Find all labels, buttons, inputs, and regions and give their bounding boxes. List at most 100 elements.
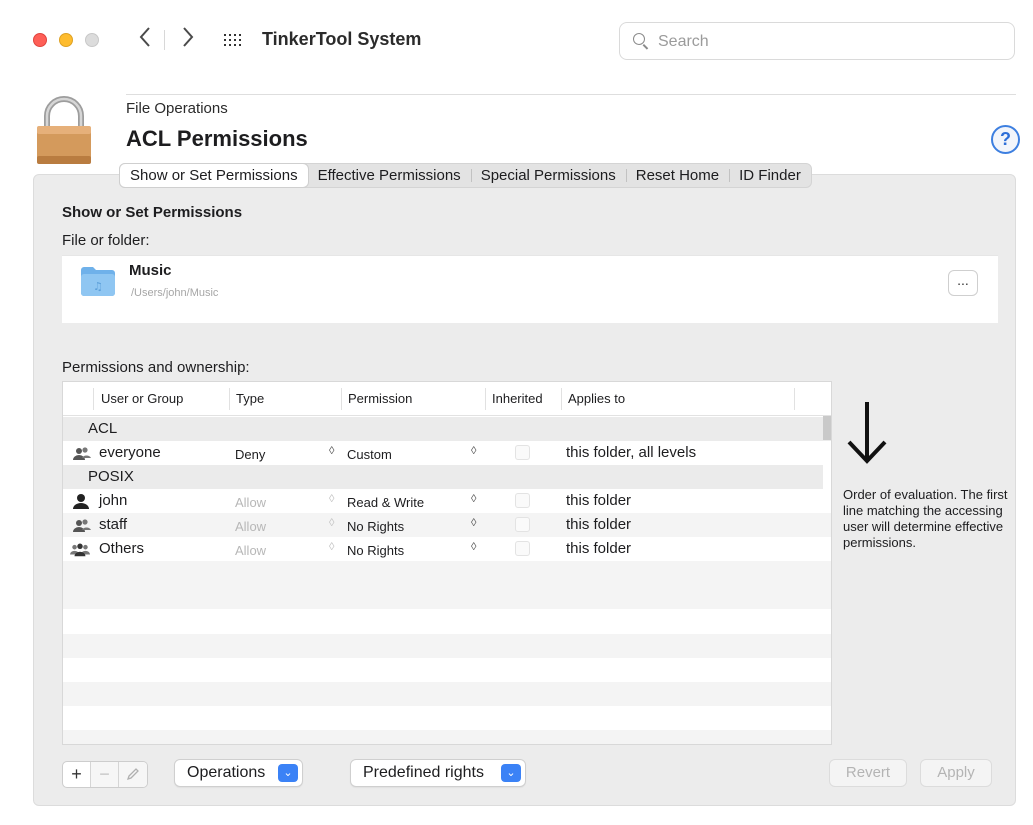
table-row[interactable]: staff Allow ◊ No Rights ◊ this folder xyxy=(63,513,831,537)
applies-value[interactable]: this folder xyxy=(566,516,631,534)
empty-row xyxy=(63,730,831,744)
chevron-right-icon xyxy=(183,27,194,47)
updown-icon: ◊ xyxy=(329,541,335,553)
column-divider xyxy=(485,388,486,410)
forward-button[interactable] xyxy=(176,26,200,54)
empty-row xyxy=(63,561,831,585)
group-row-acl: ACL xyxy=(63,417,831,441)
window-title: TinkerTool System xyxy=(262,29,422,49)
updown-icon: ◊ xyxy=(471,445,477,457)
applies-value[interactable]: this folder xyxy=(566,540,631,558)
operations-popup[interactable]: Operations ⌄ xyxy=(174,759,303,787)
permission-value[interactable]: No Rights xyxy=(347,518,404,536)
column-divider xyxy=(341,388,342,410)
remove-button[interactable]: − xyxy=(91,762,119,787)
empty-row xyxy=(63,585,831,609)
edit-button[interactable] xyxy=(119,762,147,787)
help-button[interactable]: ? xyxy=(991,125,1020,154)
updown-icon: ◊ xyxy=(329,445,335,457)
browse-button[interactable]: ... xyxy=(948,270,978,296)
search-input[interactable] xyxy=(658,31,998,53)
permission-value[interactable]: No Rights xyxy=(347,542,404,560)
header-divider xyxy=(126,94,1016,95)
evaluation-note: Order of evaluation. The first line matc… xyxy=(843,487,1008,550)
type-value: Deny xyxy=(235,447,266,462)
inherited-checkbox[interactable] xyxy=(515,541,530,556)
tab-effective-permissions[interactable]: Effective Permissions xyxy=(308,164,471,187)
inherited-checkbox[interactable] xyxy=(515,493,530,508)
scrollbar[interactable] xyxy=(823,416,831,440)
inherited-checkbox[interactable] xyxy=(515,445,530,460)
permission-value[interactable]: Custom xyxy=(347,446,392,464)
empty-row xyxy=(63,682,831,706)
file-selector[interactable]: ♫ Music /Users/john/Music ... xyxy=(62,255,998,323)
chevron-down-icon: ⌄ xyxy=(501,764,521,782)
page-title: ACL Permissions xyxy=(126,126,308,151)
minimize-window-button[interactable] xyxy=(59,33,73,47)
chevron-down-icon: ⌄ xyxy=(278,764,298,782)
column-header-user[interactable]: User or Group xyxy=(101,391,183,406)
file-path: /Users/john/Music xyxy=(131,287,219,299)
grid-view-icon[interactable] xyxy=(224,34,241,46)
add-button[interactable]: + xyxy=(63,762,91,787)
updown-icon: ◊ xyxy=(471,517,477,529)
updown-icon: ◊ xyxy=(329,493,335,505)
row-edit-controls: + − xyxy=(62,761,148,788)
search-field[interactable] xyxy=(619,22,1015,60)
user-name: everyone xyxy=(99,444,161,461)
empty-row xyxy=(63,634,831,658)
table-row[interactable]: john Allow ◊ Read & Write ◊ this folder xyxy=(63,489,831,513)
zoom-window-button[interactable] xyxy=(85,33,99,47)
nav-divider xyxy=(164,30,165,50)
column-header-applies[interactable]: Applies to xyxy=(568,391,625,406)
title-bar: TinkerTool System xyxy=(0,0,1033,80)
search-icon xyxy=(633,33,645,45)
file-name: Music xyxy=(129,262,172,279)
table-row[interactable]: Others Allow ◊ No Rights ◊ this folder xyxy=(63,537,831,561)
chevron-left-icon xyxy=(139,27,150,47)
permissions-table[interactable]: User or Group Type Permission Inherited … xyxy=(62,381,832,745)
updown-icon: ◊ xyxy=(471,493,477,505)
user-icon xyxy=(73,494,89,509)
lock-icon[interactable] xyxy=(35,94,93,166)
column-header-inherited[interactable]: Inherited xyxy=(492,391,543,406)
table-row[interactable]: everyone Deny ◊ Custom ◊ this folder, al… xyxy=(63,441,831,465)
operations-label: Operations xyxy=(187,764,266,781)
table-header: User or Group Type Permission Inherited … xyxy=(63,382,831,416)
group-icon xyxy=(73,519,91,532)
user-name: staff xyxy=(99,516,128,533)
permissions-label: Permissions and ownership: xyxy=(62,359,250,376)
group-label: POSIX xyxy=(88,468,134,485)
type-value: Allow xyxy=(235,519,267,534)
tab-show-or-set-permissions[interactable]: Show or Set Permissions xyxy=(120,164,308,187)
revert-button[interactable]: Revert xyxy=(829,759,907,787)
others-icon xyxy=(70,543,90,557)
tab-reset-home[interactable]: Reset Home xyxy=(625,164,729,187)
pencil-icon xyxy=(126,768,139,781)
user-name: john xyxy=(99,492,128,509)
group-row-posix: POSIX xyxy=(63,465,823,489)
section-label: File Operations xyxy=(126,100,228,117)
inherited-checkbox[interactable] xyxy=(515,517,530,532)
column-divider xyxy=(561,388,562,410)
applies-value[interactable]: this folder xyxy=(566,492,631,510)
permission-value[interactable]: Read & Write xyxy=(347,494,424,512)
user-name: Others xyxy=(99,540,145,557)
back-button[interactable] xyxy=(133,26,157,54)
updown-icon: ◊ xyxy=(329,517,335,529)
file-or-folder-label: File or folder: xyxy=(62,232,150,249)
arrow-down-icon xyxy=(847,402,887,464)
close-window-button[interactable] xyxy=(33,33,47,47)
column-header-type[interactable]: Type xyxy=(236,391,264,406)
section-heading: Show or Set Permissions xyxy=(62,204,243,221)
column-header-permission[interactable]: Permission xyxy=(348,391,412,406)
apply-button[interactable]: Apply xyxy=(920,759,992,787)
predefined-rights-label: Predefined rights xyxy=(363,764,484,781)
tab-special-permissions[interactable]: Special Permissions xyxy=(470,164,626,187)
predefined-rights-popup[interactable]: Predefined rights ⌄ xyxy=(350,759,526,787)
tab-id-finder[interactable]: ID Finder xyxy=(729,164,811,187)
type-value: Allow xyxy=(235,495,267,510)
applies-value[interactable]: this folder, all levels xyxy=(566,444,696,462)
svg-text:♫: ♫ xyxy=(93,280,103,293)
column-divider xyxy=(794,388,795,410)
